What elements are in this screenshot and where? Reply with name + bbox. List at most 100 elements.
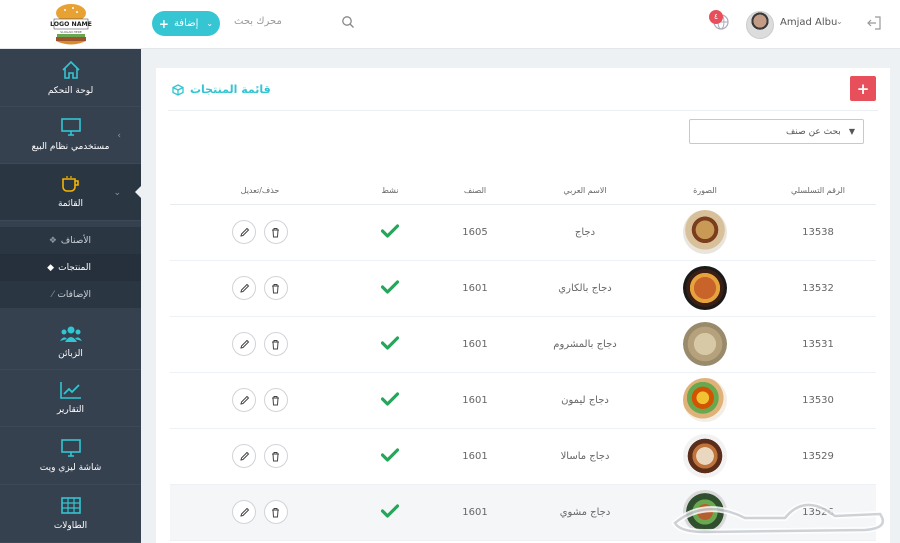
delete-button[interactable] xyxy=(263,388,288,412)
logo[interactable]: LOGO NAME SLOGAN HERE xyxy=(48,2,94,48)
actions-cell xyxy=(170,372,350,429)
sidebar-item-tables[interactable]: الطاولات xyxy=(0,485,141,543)
search-icon[interactable] xyxy=(341,15,355,29)
sidebar-subitem-categories[interactable]: ❖ الأصناف xyxy=(0,227,141,254)
header-active: نشط xyxy=(350,178,430,205)
product-image xyxy=(683,322,727,366)
product-image xyxy=(683,266,727,310)
active-cell xyxy=(350,484,430,541)
edit-button[interactable] xyxy=(232,388,257,412)
active-cell xyxy=(350,204,430,261)
category-cell: 1601 xyxy=(430,484,520,541)
edit-button[interactable] xyxy=(232,500,257,524)
edit-button[interactable] xyxy=(232,220,257,244)
delete-button[interactable] xyxy=(263,500,288,524)
sidebar-subitem-products[interactable]: ◆ المنتجات xyxy=(0,254,141,281)
delete-button[interactable] xyxy=(263,220,288,244)
actions-cell xyxy=(170,428,350,485)
sidebar-item-lazy-wait[interactable]: شاشة ليزي ويت xyxy=(0,427,141,485)
watermark xyxy=(671,502,886,536)
arabic-name-cell: دجاج xyxy=(520,204,650,261)
search-input[interactable]: محرك بحث xyxy=(234,16,282,27)
top-bar: LOGO NAME SLOGAN HERE + إضافة ⌄ محرك بحث… xyxy=(0,0,900,49)
sidebar-item-menu[interactable]: القائمة ⌄ xyxy=(0,164,141,221)
active-cell xyxy=(350,260,430,317)
header-arabic-name: الاسم العربي xyxy=(520,178,650,205)
sidebar-item-reports[interactable]: التقارير xyxy=(0,370,141,427)
edit-button[interactable] xyxy=(232,332,257,356)
header-image: الصورة xyxy=(650,178,760,205)
monitor-icon xyxy=(60,118,81,136)
divider xyxy=(168,110,878,111)
active-cell xyxy=(350,372,430,429)
table-header-row: حذف/تعديل نشط الصنف الاسم العربي الصورة … xyxy=(170,178,876,205)
trash-icon xyxy=(272,339,280,349)
image-cell xyxy=(650,428,760,485)
sidebar-item-pos-users[interactable]: مستخدمي نظام البيع ‹ xyxy=(0,107,141,164)
serial-cell: 13532 xyxy=(760,260,876,317)
serial-cell: 13531 xyxy=(760,316,876,373)
sidebar-item-label: الطاولات xyxy=(53,520,88,531)
arabic-name-cell: دجاج ليمون xyxy=(520,372,650,429)
actions-cell xyxy=(170,484,350,541)
serial-cell: 13529 xyxy=(760,428,876,485)
check-icon xyxy=(381,335,399,350)
add-button[interactable]: + إضافة ⌄ xyxy=(152,11,220,36)
category-cell: 1601 xyxy=(430,260,520,317)
cubes-icon: ❖ xyxy=(48,235,57,246)
pencil-icon xyxy=(240,227,250,237)
arabic-name-cell: دجاج بالكاري xyxy=(520,260,650,317)
category-cell: 1605 xyxy=(430,204,520,261)
add-product-button[interactable]: + xyxy=(850,76,876,101)
plus-icon: + xyxy=(158,16,169,31)
product-image xyxy=(683,434,727,478)
trash-icon xyxy=(272,395,280,405)
sidebar-item-customers[interactable]: الزبائن xyxy=(0,314,141,370)
delete-button[interactable] xyxy=(263,444,288,468)
products-card: قائمة المنتجات + بحث عن صنف ▼ حذف/تعديل … xyxy=(156,68,890,543)
sidebar-subitem-addons[interactable]: ⁄ الإضافات xyxy=(0,281,141,308)
chevron-left-icon: ‹ xyxy=(117,131,121,141)
sidebar-item-dashboard[interactable]: لوحة التحكم xyxy=(0,49,141,107)
user-name[interactable]: Amjad Albu xyxy=(780,17,837,28)
table-row: 1605 دجاج 13538 xyxy=(170,204,876,261)
avatar[interactable] xyxy=(746,11,774,39)
chart-icon xyxy=(59,382,81,399)
caret-down-icon: ▼ xyxy=(848,127,855,136)
chevron-down-icon[interactable]: ⌄ xyxy=(836,17,843,26)
delete-button[interactable] xyxy=(263,332,288,356)
header-serial: الرقم التسلسلي xyxy=(760,178,876,205)
table-row: 1601 دجاج بالكاري 13532 xyxy=(170,260,876,317)
trash-icon xyxy=(272,283,280,293)
sidebar-item-label: القائمة xyxy=(57,199,84,209)
image-cell xyxy=(650,204,760,261)
actions-cell xyxy=(170,316,350,373)
logo-name: LOGO NAME xyxy=(50,21,92,28)
category-cell: 1601 xyxy=(430,428,520,485)
edit-button[interactable] xyxy=(232,276,257,300)
sidebar-subitem-label: المنتجات xyxy=(58,262,91,273)
cube-icon: ◆ xyxy=(47,262,55,273)
product-image xyxy=(683,210,727,254)
image-cell xyxy=(650,316,760,373)
check-icon xyxy=(381,391,399,406)
category-filter-label: بحث عن صنف xyxy=(786,126,841,137)
delete-button[interactable] xyxy=(263,276,288,300)
product-image xyxy=(683,378,727,422)
check-icon xyxy=(381,279,399,294)
sidebar-item-label: الزبائن xyxy=(58,348,83,359)
pencil-icon xyxy=(240,283,250,293)
logout-icon[interactable] xyxy=(866,15,882,31)
table-row: 1601 دجاج بالمشروم 13531 xyxy=(170,316,876,373)
category-cell: 1601 xyxy=(430,316,520,373)
active-cell xyxy=(350,316,430,373)
chevron-down-icon: ⌄ xyxy=(113,188,121,198)
image-cell xyxy=(650,260,760,317)
pencil-icon xyxy=(240,507,250,517)
cube-icon xyxy=(172,83,184,96)
actions-cell xyxy=(170,260,350,317)
sidebar: لوحة التحكم مستخدمي نظام البيع ‹ القائمة… xyxy=(0,49,141,543)
category-filter-select[interactable]: بحث عن صنف ▼ xyxy=(689,119,864,144)
edit-button[interactable] xyxy=(232,444,257,468)
sidebar-item-label: لوحة التحكم xyxy=(47,85,94,96)
